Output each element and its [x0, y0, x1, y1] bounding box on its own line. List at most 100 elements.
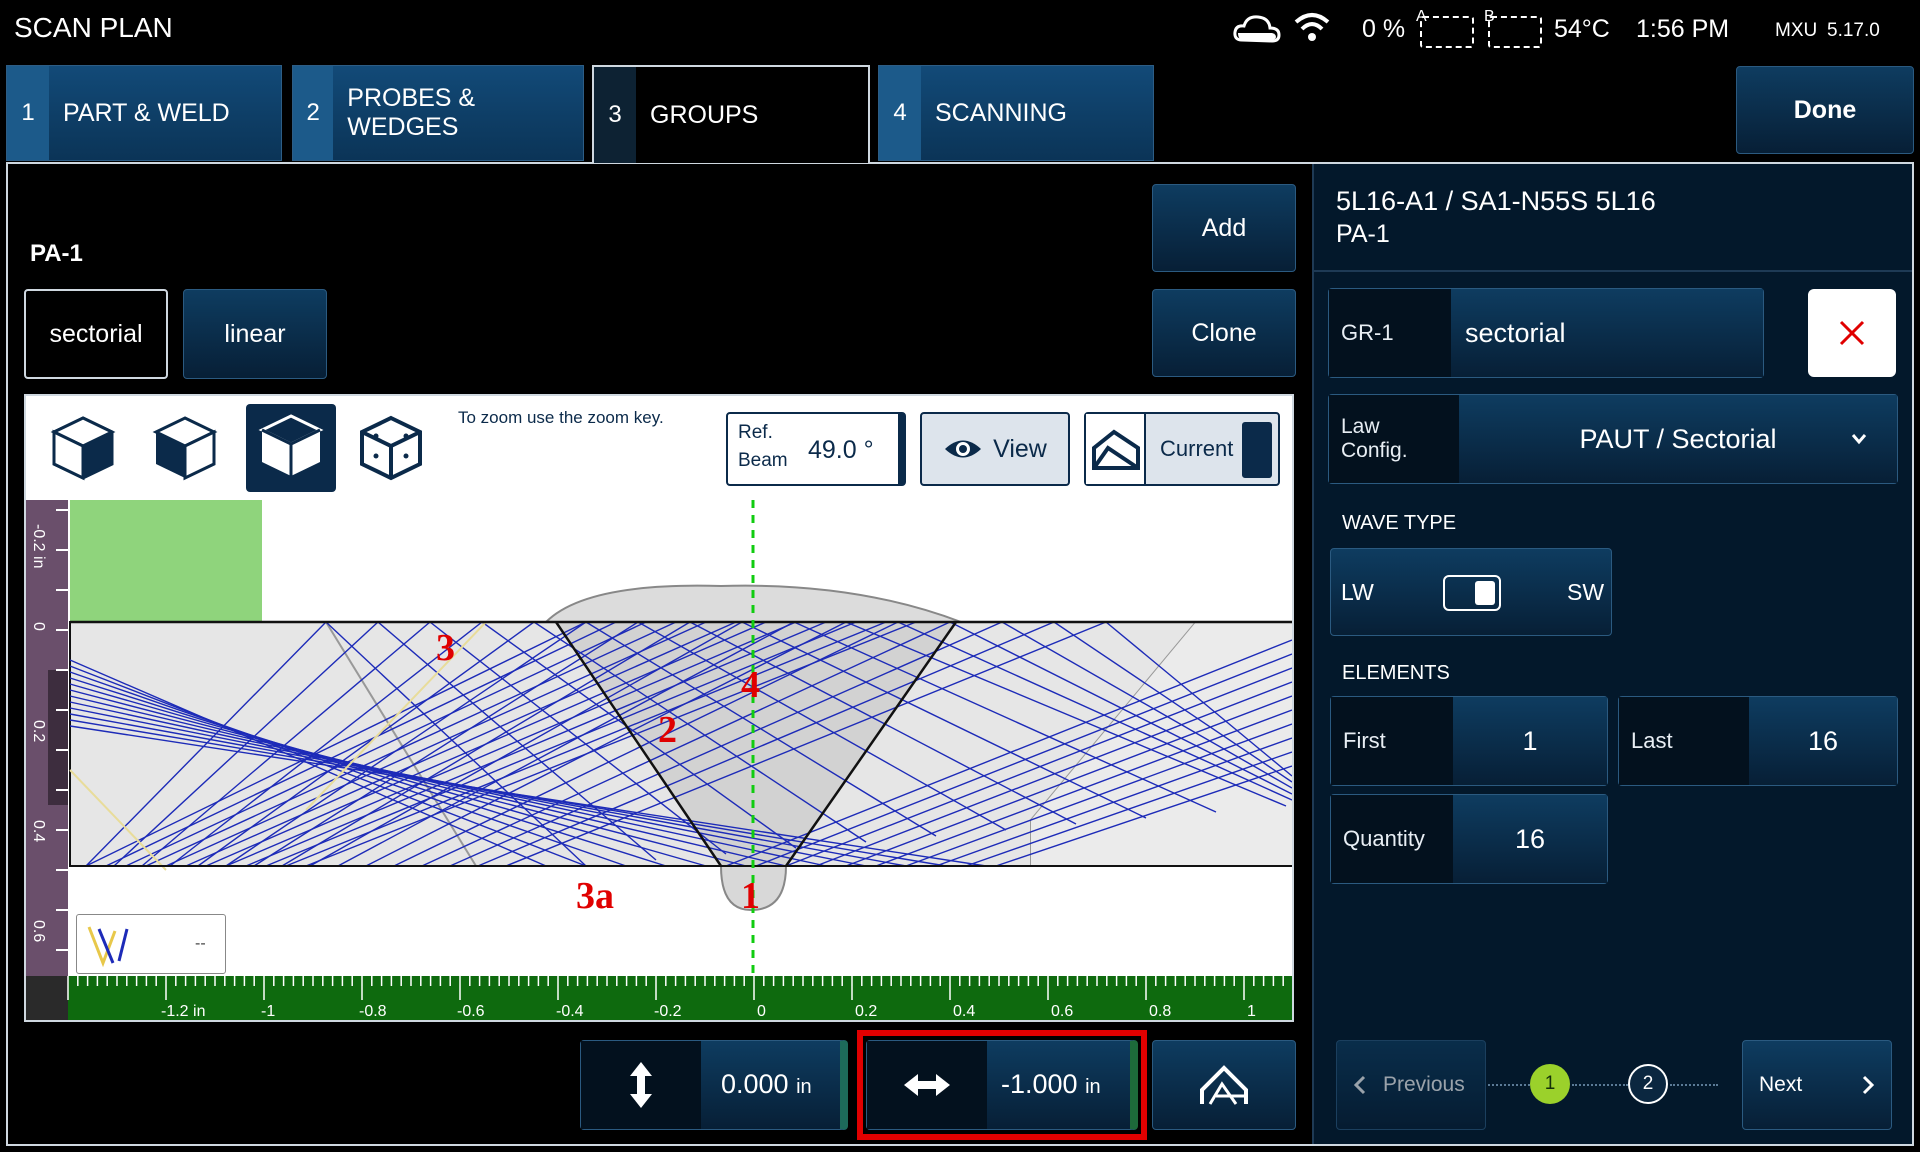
tab-number: 2: [293, 66, 334, 160]
beam-path-icon: [87, 926, 129, 968]
quantity-field[interactable]: Quantity 16: [1330, 794, 1608, 884]
marker-3: 3: [436, 627, 455, 669]
x-axis-tick: 1: [1247, 1003, 1256, 1020]
wave-sw-label: SW: [1567, 579, 1605, 605]
y-axis-tick: 0.4: [30, 820, 47, 842]
law-config-dropdown[interactable]: Law Config. PAUT / Sectorial: [1328, 394, 1898, 484]
sectorial-type-button[interactable]: sectorial: [24, 289, 168, 379]
last-value: 16: [1749, 697, 1897, 785]
chevron-down-icon: [1851, 434, 1867, 445]
y-axis-tick: 0.2: [30, 720, 47, 742]
x-axis-tick: -1: [261, 1003, 275, 1020]
x-axis-tick: 0.4: [953, 1003, 975, 1020]
view-3d-cube-icon[interactable]: [48, 412, 118, 482]
clock: 1:56 PM: [1636, 15, 1730, 43]
sd-card-icon: [1488, 16, 1542, 48]
group-settings-panel: 5L16-A1 / SA1-N55S 5L16 PA-1 GR-1 sector…: [1312, 164, 1912, 1144]
ref-beam-field[interactable]: Ref. Beam 49.0 °: [726, 412, 906, 486]
software-version: 5.17.0: [1827, 20, 1880, 41]
tab-scanning[interactable]: 4 SCANNING: [878, 65, 1154, 161]
current-toggle[interactable]: Current: [1084, 412, 1280, 486]
vertical-offset-value: 0.000 in: [721, 1069, 812, 1100]
tab-groups[interactable]: 3 GROUPS: [592, 65, 870, 163]
linear-type-button[interactable]: linear: [183, 289, 327, 379]
step-1-indicator[interactable]: 1: [1530, 1064, 1570, 1104]
top-cube-icon: [258, 414, 324, 476]
view-label: View: [993, 434, 1047, 463]
tab-probes-wedges[interactable]: 2 PROBES & WEDGES: [292, 65, 584, 161]
tab-part-weld[interactable]: 1 PART & WELD: [6, 65, 282, 161]
x-axis-tick: -0.2: [654, 1003, 682, 1020]
previous-button[interactable]: Previous: [1336, 1040, 1486, 1130]
tab-label: SCANNING: [935, 98, 1067, 127]
marker-3a: 3a: [576, 875, 614, 917]
tab-number: 1: [7, 66, 49, 160]
done-button[interactable]: Done: [1736, 66, 1914, 154]
temperature: 54°C: [1554, 15, 1610, 43]
add-button[interactable]: Add: [1152, 184, 1296, 272]
zoom-hint: To zoom use the zoom key.: [458, 408, 664, 427]
tab-label: GROUPS: [650, 100, 759, 129]
delete-group-button[interactable]: [1808, 289, 1896, 377]
group-selector[interactable]: GR-1 sectorial: [1328, 288, 1764, 378]
toggle-knob: [1242, 422, 1272, 478]
chevron-right-icon: [1862, 1075, 1875, 1095]
wifi-icon: [1294, 13, 1330, 41]
battery-percent: 0 %: [1362, 15, 1406, 43]
y-axis-tick: -0.2 in: [30, 524, 47, 568]
gr-label: GR-1: [1329, 289, 1451, 377]
switch-knob: [1475, 581, 1495, 605]
tab-label: PART & WELD: [63, 98, 230, 127]
wave-type-toggle[interactable]: LW SW: [1330, 548, 1612, 636]
probe-position-icon: [1200, 1065, 1248, 1105]
ref-beam-label: Beam: [738, 450, 788, 471]
tab-number: 4: [879, 66, 921, 160]
unit-label: in: [1085, 1076, 1101, 1098]
ref-beam-label: Ref.: [738, 422, 773, 443]
vertical-offset-field[interactable]: 0.000 in: [580, 1040, 848, 1130]
first-label: First: [1331, 697, 1453, 785]
probe-position-button[interactable]: [1152, 1040, 1296, 1130]
group-name: PA-1: [30, 240, 83, 267]
last-element-field[interactable]: Last 16: [1618, 696, 1898, 786]
cloud-icon: [1233, 15, 1281, 43]
scan-plan-canvas[interactable]: To zoom use the zoom key. Ref. Beam 49.0…: [24, 394, 1294, 1022]
gr-value: sectorial: [1451, 289, 1763, 377]
wave-type-heading: WAVE TYPE: [1342, 512, 1457, 534]
horizontal-offset-value: -1.000 in: [1001, 1069, 1101, 1100]
last-label: Last: [1619, 697, 1749, 785]
view-top-cube-button[interactable]: [246, 404, 336, 492]
step-2-indicator[interactable]: 2: [1628, 1064, 1668, 1104]
app-title: SCAN PLAN: [14, 12, 173, 43]
next-button[interactable]: Next: [1742, 1040, 1892, 1130]
view-wireframe-cube-icon[interactable]: [356, 412, 426, 482]
probe-title: 5L16-A1 / SA1-N55S 5L16: [1336, 186, 1656, 216]
vertical-offset-number: 0.000: [721, 1069, 789, 1099]
next-label: Next: [1759, 1073, 1803, 1096]
eye-icon: [945, 440, 982, 458]
wedge-block: [70, 500, 262, 622]
vertical-arrows-icon: [581, 1041, 701, 1129]
wave-lw-label: LW: [1341, 579, 1374, 605]
close-icon: [1839, 320, 1865, 346]
x-axis-tick: -1.2 in: [161, 1003, 205, 1020]
law-config-value: PAUT / Sectorial: [1579, 423, 1777, 454]
y-axis-tick: 0: [30, 622, 47, 631]
view-side-cube-icon[interactable]: [150, 412, 220, 482]
current-label: Current: [1160, 436, 1234, 461]
marker-1: 1: [741, 875, 760, 917]
x-axis-tick: -0.8: [359, 1003, 387, 1020]
x-axis-tick: 0.6: [1051, 1003, 1073, 1020]
beam-legend: --: [76, 914, 226, 974]
tab-number: 3: [594, 67, 636, 163]
wave-switch[interactable]: [1443, 575, 1501, 611]
clone-button[interactable]: Clone: [1152, 289, 1296, 377]
view-button[interactable]: View: [920, 412, 1070, 486]
quantity-value: 16: [1453, 795, 1607, 883]
marker-2: 2: [658, 709, 677, 751]
first-element-field[interactable]: First 1: [1330, 696, 1608, 786]
horizontal-offset-field[interactable]: -1.000 in: [866, 1040, 1138, 1130]
device-name: MXU: [1775, 20, 1818, 41]
previous-label: Previous: [1383, 1073, 1465, 1096]
group-subtitle: PA-1: [1336, 220, 1390, 248]
